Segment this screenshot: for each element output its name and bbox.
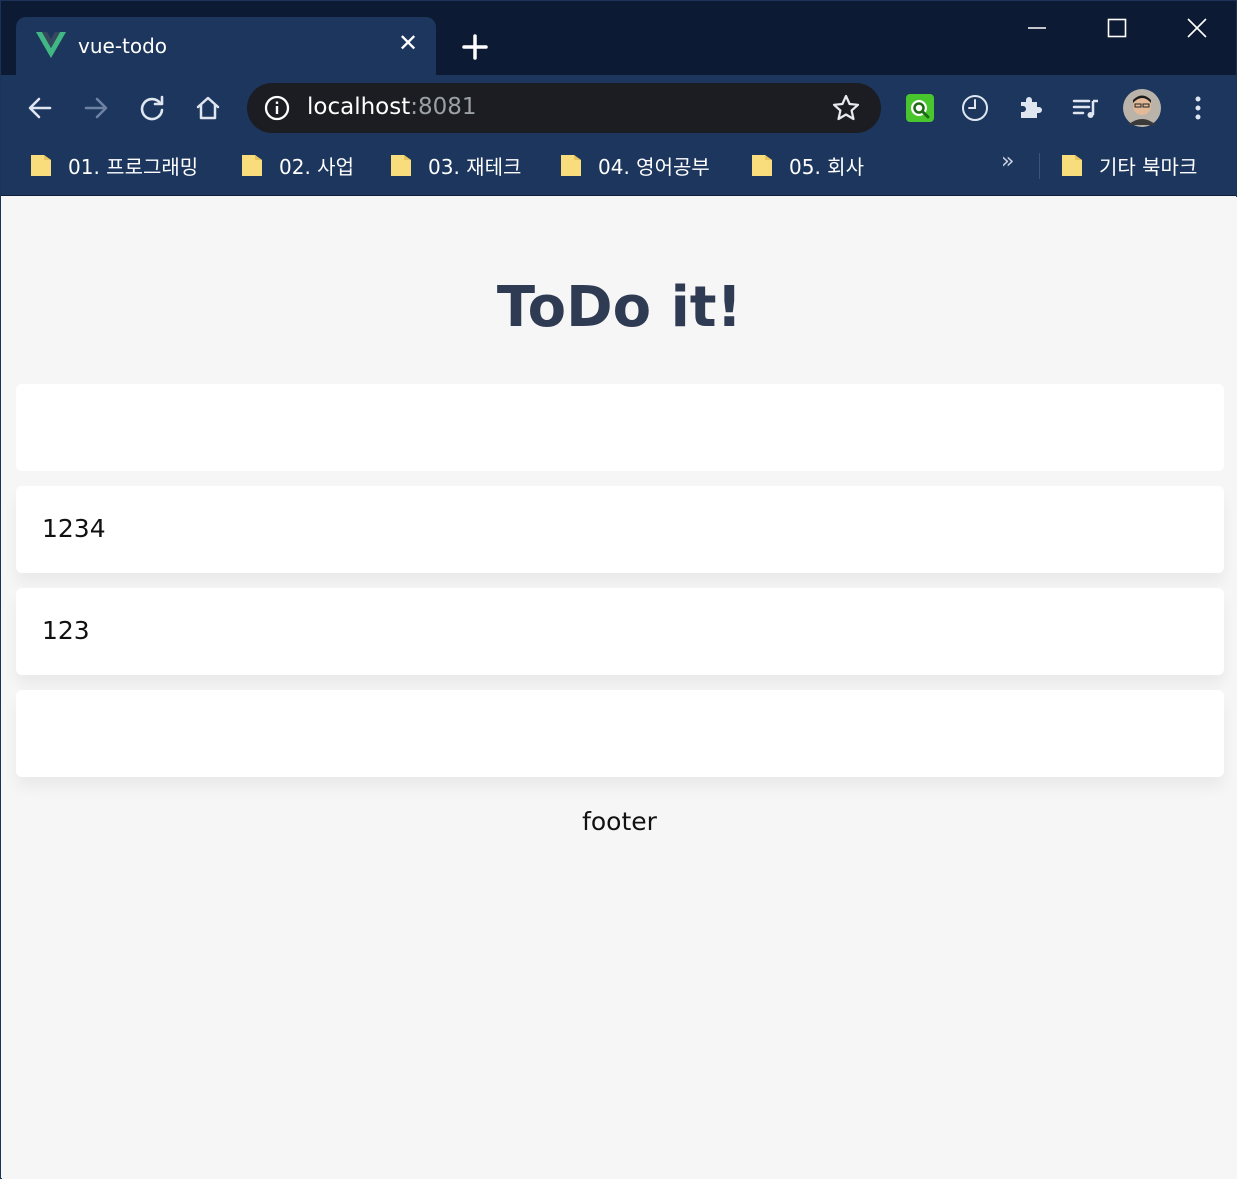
- bookmark-label: 04. 영어공부: [598, 154, 710, 179]
- back-button[interactable]: [21, 89, 59, 127]
- extension-button[interactable]: [901, 89, 939, 127]
- tab-title: vue-todo: [78, 34, 168, 58]
- folder-icon: [31, 155, 51, 176]
- new-tab-icon[interactable]: [459, 31, 491, 63]
- url-port: :8081: [410, 94, 477, 120]
- browser-window: vue-todo ✕ localhost:8081 01. 프로그래밍 02. …: [0, 0, 1237, 1179]
- footer: footer: [582, 807, 657, 836]
- reload-icon: [140, 95, 164, 121]
- title-bar: vue-todo ✕: [1, 1, 1236, 75]
- media-button[interactable]: [1067, 89, 1105, 127]
- minimize-icon[interactable]: [1007, 9, 1067, 49]
- info-icon[interactable]: [263, 94, 291, 122]
- bookmarks-bar: 01. 프로그래밍 02. 사업 03. 재테크 04. 영어공부 05. 회사…: [1, 141, 1236, 196]
- todo-item[interactable]: [16, 690, 1224, 777]
- todo-list: 1234 123: [16, 486, 1224, 792]
- todo-item-text: 123: [42, 616, 90, 645]
- folder-icon: [752, 155, 772, 176]
- todo-item[interactable]: 1234: [16, 486, 1224, 573]
- bookmark-label: 기타 북마크: [1099, 154, 1198, 179]
- folder-icon: [391, 155, 411, 176]
- bookmark-label: 01. 프로그래밍: [68, 154, 199, 179]
- bookmark-label: 03. 재테크: [428, 154, 522, 179]
- maximize-icon[interactable]: [1087, 9, 1147, 49]
- bookmark-label: 05. 회사: [789, 154, 864, 179]
- menu-button[interactable]: [1179, 89, 1217, 127]
- puzzle-icon: [1021, 97, 1042, 118]
- history-button[interactable]: [956, 89, 994, 127]
- todo-input[interactable]: [16, 384, 1224, 471]
- bookmark-label: 02. 사업: [279, 154, 354, 179]
- bookmarks-divider: [1039, 153, 1040, 179]
- bookmark-folder-other[interactable]: 기타 북마크: [1061, 149, 1197, 181]
- extensions-button[interactable]: [1011, 89, 1049, 127]
- vue-logo-icon: [36, 32, 66, 58]
- page-content: ToDo it! 1234 123 footer: [2, 197, 1237, 1179]
- bookmarks-overflow-button[interactable]: »: [1001, 149, 1014, 174]
- address-bar[interactable]: localhost:8081: [247, 83, 881, 133]
- home-button[interactable]: [189, 89, 227, 127]
- folder-icon: [242, 155, 262, 176]
- todo-item[interactable]: 123: [16, 588, 1224, 675]
- page-title: ToDo it!: [496, 275, 743, 340]
- browser-toolbar: localhost:8081: [1, 75, 1236, 141]
- playlist-music-icon: [1072, 99, 1098, 118]
- folder-icon: [561, 155, 581, 176]
- home-icon: [196, 96, 220, 120]
- bookmark-folder-company[interactable]: 05. 회사: [751, 149, 864, 181]
- clock-icon: [962, 95, 988, 121]
- window-close-icon[interactable]: [1167, 9, 1227, 49]
- url-text[interactable]: localhost:8081: [307, 94, 477, 120]
- profile-button[interactable]: [1123, 89, 1161, 127]
- bookmark-folder-english[interactable]: 04. 영어공부: [560, 149, 710, 181]
- avatar: [1123, 89, 1161, 127]
- tab-vue-todo[interactable]: vue-todo ✕: [16, 17, 436, 75]
- folder-icon: [1062, 155, 1082, 176]
- bookmark-folder-investing[interactable]: 03. 재테크: [390, 149, 521, 181]
- forward-button[interactable]: [77, 89, 115, 127]
- extension-qr-icon: [906, 94, 934, 122]
- bookmark-folder-programming[interactable]: 01. 프로그래밍: [30, 149, 198, 181]
- bookmark-folder-business[interactable]: 02. 사업: [241, 149, 354, 181]
- reload-button[interactable]: [133, 89, 171, 127]
- back-arrow-icon: [28, 97, 52, 119]
- tab-close-icon[interactable]: ✕: [394, 29, 422, 57]
- forward-arrow-icon: [84, 97, 108, 119]
- todo-item-text: 1234: [42, 514, 106, 543]
- url-host: localhost: [307, 94, 411, 120]
- bookmark-star-icon[interactable]: [831, 93, 861, 123]
- kebab-menu-icon: [1195, 96, 1201, 120]
